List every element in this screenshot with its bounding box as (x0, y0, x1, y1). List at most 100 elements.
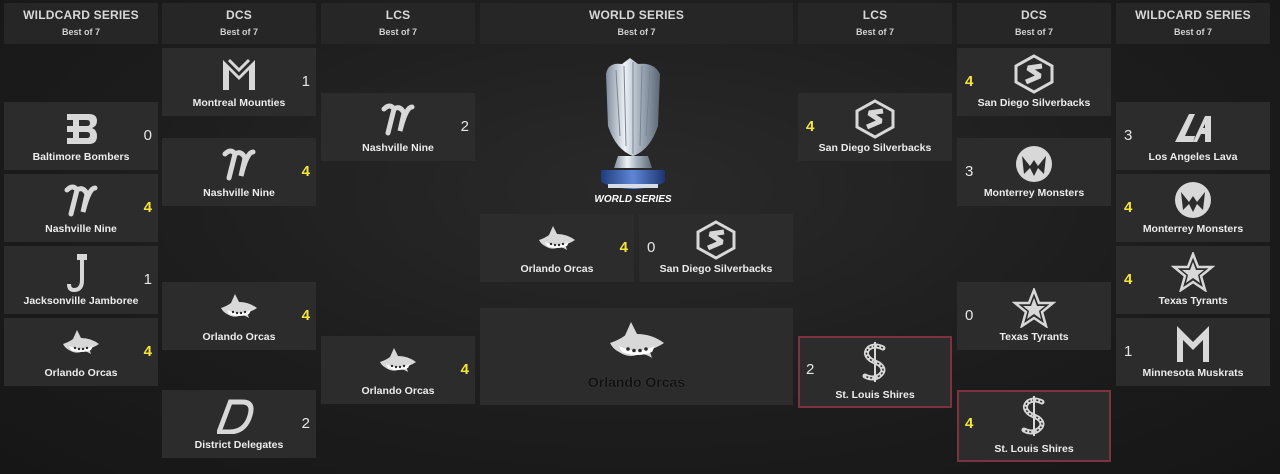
team-name: St. Louis Shires (994, 443, 1074, 455)
series-score: 4 (619, 239, 628, 256)
series-score: 0 (965, 307, 974, 324)
nine-icon (217, 144, 261, 184)
team-card-nashville-nine[interactable]: Nashville Nine 4 (4, 174, 158, 242)
header-lcs-left: LCS Best of 7 (321, 3, 475, 44)
lava-icon (1171, 108, 1215, 148)
team-name: Orlando Orcas (520, 263, 594, 275)
header-dcs-right: DCS Best of 7 (957, 3, 1111, 44)
header-sub: Best of 7 (617, 27, 656, 37)
series-score: 2 (301, 415, 310, 432)
team-card-nashville-nine[interactable]: Nashville Nine 4 (162, 138, 316, 206)
team-name: Baltimore Bombers (32, 151, 130, 163)
series-score: 4 (460, 361, 469, 378)
team-name: Nashville Nine (362, 142, 434, 154)
team-name: Nashville Nine (45, 223, 117, 235)
series-score: 4 (965, 73, 974, 90)
header-title: WILDCARD SERIES (23, 8, 139, 22)
header-world-series: WORLD SERIES Best of 7 (480, 3, 793, 44)
team-card-orlando-orcas[interactable]: Orlando Orcas 4 (162, 282, 316, 350)
header-sub: Best of 7 (1173, 27, 1212, 37)
header-title: WILDCARD SERIES (1135, 8, 1251, 22)
team-card-baltimore-bombers[interactable]: Baltimore Bombers 0 (4, 102, 158, 170)
team-name: Jacksonville Jamboree (23, 295, 139, 307)
team-card-nashville-nine[interactable]: Nashville Nine 2 (321, 93, 475, 161)
team-name: Nashville Nine (203, 187, 275, 199)
team-name: Monterrey Monsters (1142, 223, 1244, 235)
team-name: Los Angeles Lava (1148, 151, 1238, 163)
team-card-san-diego-silverbacks[interactable]: San Diego Silverbacks 4 (957, 48, 1111, 116)
header-wildcard-left: WILDCARD SERIES Best of 7 (4, 3, 158, 44)
champion-name: Orlando Orcas (587, 374, 686, 390)
team-name: San Diego Silverbacks (659, 263, 773, 275)
series-score: 1 (143, 271, 152, 288)
mounties-icon (217, 54, 261, 94)
team-card-jacksonville-jamboree[interactable]: Jacksonville Jamboree 1 (4, 246, 158, 314)
trophy-caption: WORLD SERIES (594, 194, 672, 205)
team-card-texas-tyrants[interactable]: Texas Tyrants 0 (957, 282, 1111, 350)
series-score: 0 (143, 127, 152, 144)
team-card-san-diego-silverbacks[interactable]: San Diego Silverbacks 4 (798, 93, 952, 161)
shires-icon (1012, 396, 1056, 436)
series-score: 4 (965, 415, 974, 432)
monsters-icon (1012, 144, 1056, 184)
team-name: Texas Tyrants (999, 331, 1069, 343)
team-card-monterrey-monsters[interactable]: Monterrey Monsters 3 (957, 138, 1111, 206)
series-score: 2 (806, 361, 815, 378)
team-name: San Diego Silverbacks (818, 142, 932, 154)
monsters-icon (1171, 180, 1215, 220)
team-card-st-louis-shires[interactable]: St. Louis Shires 2 (798, 336, 952, 408)
muskrats-icon (1171, 324, 1215, 364)
nine-icon (59, 180, 103, 220)
series-score: 4 (1124, 271, 1133, 288)
header-wildcard-right: WILDCARD SERIES Best of 7 (1116, 3, 1270, 44)
series-score: 3 (965, 163, 974, 180)
trophy-icon: WORLD SERIES (578, 56, 688, 210)
tyrants-icon (1012, 288, 1056, 328)
team-card-los-angeles-lava[interactable]: Los Angeles Lava 3 (1116, 102, 1270, 170)
team-card-monterrey-monsters[interactable]: Monterrey Monsters 4 (1116, 174, 1270, 242)
team-card-orlando-orcas[interactable]: Orlando Orcas 4 (480, 214, 634, 282)
team-name: Orlando Orcas (361, 385, 435, 397)
header-title: WORLD SERIES (588, 8, 685, 22)
header-sub: Best of 7 (855, 27, 894, 37)
nine-icon (376, 99, 420, 139)
header-title: LCS (862, 8, 888, 22)
header-sub: Best of 7 (378, 27, 417, 37)
orca-icon (604, 316, 670, 375)
delegates-icon (217, 396, 261, 436)
orca-icon (535, 220, 579, 260)
series-score: 4 (301, 307, 310, 324)
silverbacks-icon (694, 220, 738, 260)
bombers-icon (59, 108, 103, 148)
team-card-san-diego-silverbacks[interactable]: San Diego Silverbacks 0 (639, 214, 793, 282)
team-card-orlando-orcas[interactable]: Orlando Orcas 4 (4, 318, 158, 386)
team-card-orlando-orcas[interactable]: Orlando Orcas 4 (321, 336, 475, 404)
header-lcs-right: LCS Best of 7 (798, 3, 952, 44)
series-score: 2 (460, 118, 469, 135)
jamboree-icon (59, 252, 103, 292)
champion-card[interactable]: Orlando Orcas (480, 308, 793, 405)
team-name: Texas Tyrants (1158, 295, 1228, 307)
team-card-montreal-mounties[interactable]: Montreal Mounties 1 (162, 48, 316, 116)
team-card-district-delegates[interactable]: District Delegates 2 (162, 390, 316, 458)
header-sub: Best of 7 (219, 27, 258, 37)
series-score: 1 (1124, 343, 1133, 360)
series-score: 4 (1124, 199, 1133, 216)
team-name: Minnesota Muskrats (1142, 367, 1244, 379)
shires-icon (853, 342, 897, 382)
series-score: 4 (301, 163, 310, 180)
team-name: St. Louis Shires (835, 389, 915, 401)
series-score: 4 (143, 199, 152, 216)
team-name: Montreal Mounties (192, 97, 286, 109)
team-card-texas-tyrants[interactable]: Texas Tyrants 4 (1116, 246, 1270, 314)
team-name: District Delegates (194, 439, 284, 451)
team-name: Monterrey Monsters (983, 187, 1085, 199)
team-card-minnesota-muskrats[interactable]: Minnesota Muskrats 1 (1116, 318, 1270, 386)
series-score: 1 (301, 73, 310, 90)
header-dcs-left: DCS Best of 7 (162, 3, 316, 44)
team-name: San Diego Silverbacks (977, 97, 1091, 109)
series-score: 0 (647, 239, 656, 256)
team-card-st-louis-shires[interactable]: St. Louis Shires 4 (957, 390, 1111, 462)
orca-icon (376, 342, 420, 382)
team-name: Orlando Orcas (202, 331, 276, 343)
